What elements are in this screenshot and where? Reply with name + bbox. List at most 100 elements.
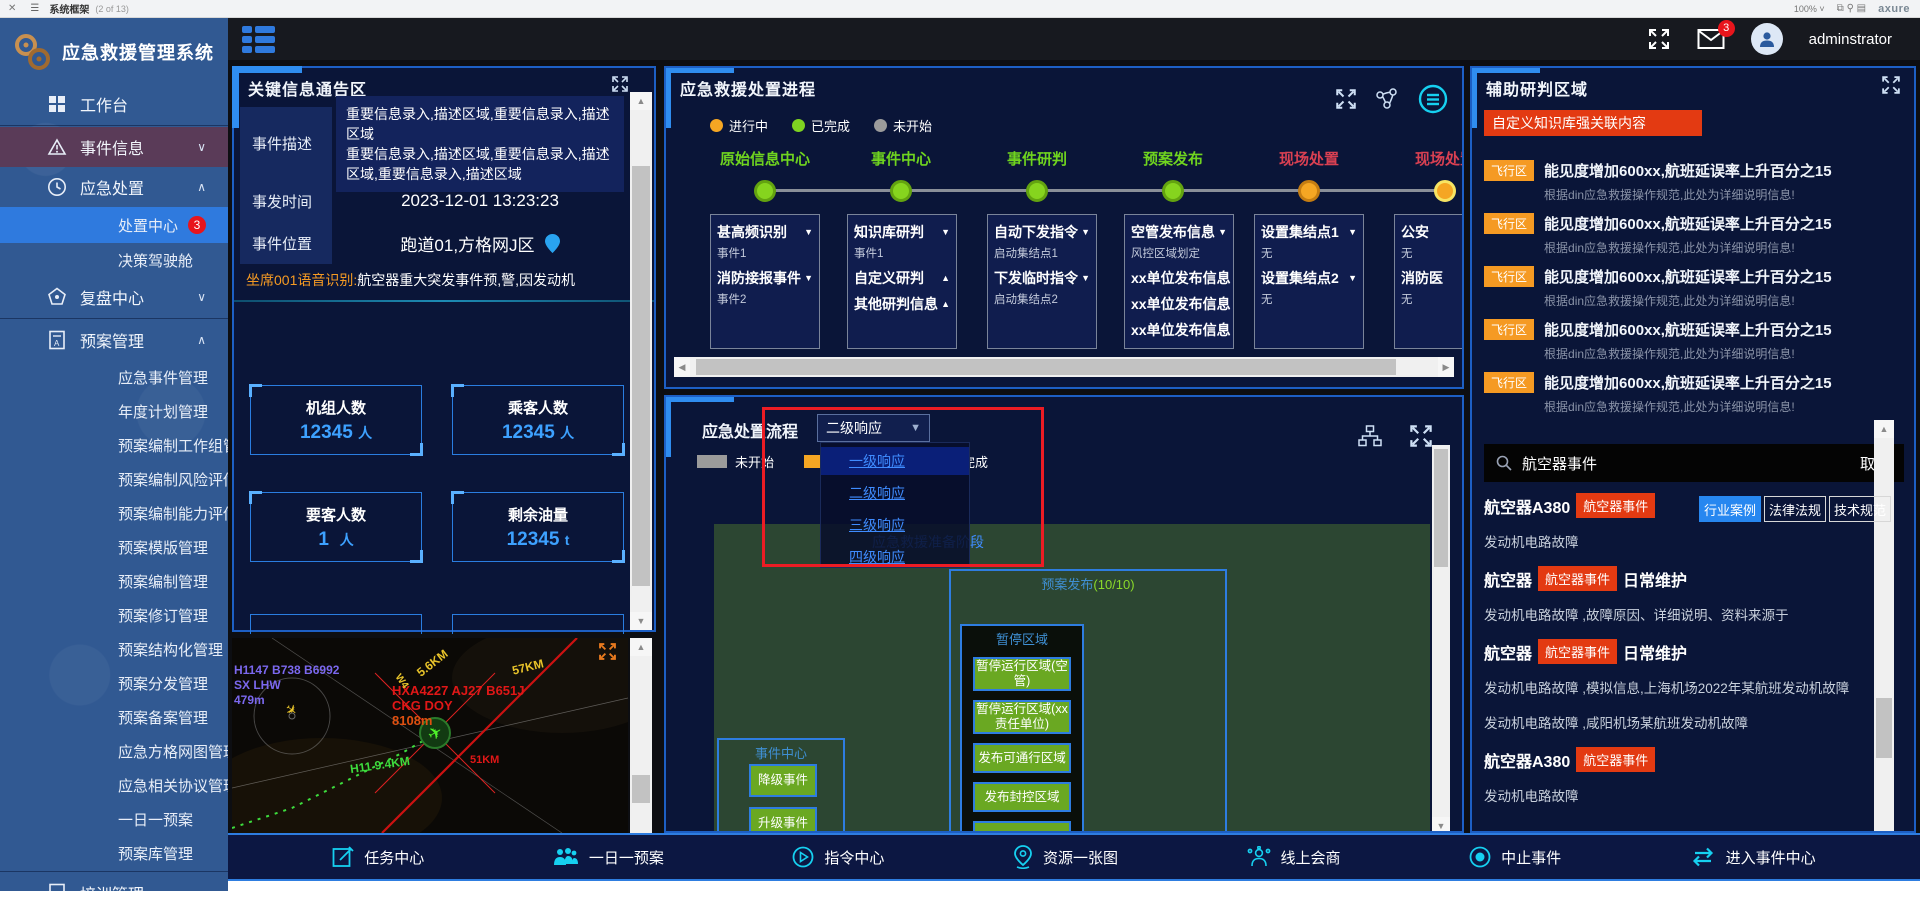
dropdown-row[interactable]: 事件2 <box>717 291 813 311</box>
scrollbar-thumb[interactable] <box>632 166 650 586</box>
menu-icon[interactable]: ☰ <box>30 3 39 14</box>
scroll-down-button[interactable]: ▼ <box>1432 817 1450 833</box>
dropdown-row[interactable]: 设置集结点1▼ <box>1261 219 1357 245</box>
pause-area-button-partial[interactable] <box>973 821 1071 833</box>
scrollbar-thumb[interactable] <box>632 775 650 803</box>
sidebar-subitem[interactable]: 应急事件管理 <box>0 360 228 394</box>
stage-dot[interactable] <box>754 180 776 202</box>
stage[interactable]: 现场处置 <box>1390 148 1464 202</box>
action-abort-event[interactable]: 中止事件 <box>1469 846 1561 868</box>
action-task-center[interactable]: 任务中心 <box>332 846 424 868</box>
sidebar-subitem[interactable]: 预案模版管理 <box>0 530 228 564</box>
sidebar-item-emergency[interactable]: 应急处置 ∧ <box>0 167 228 207</box>
pause-area-button[interactable]: 发布可通行区域 <box>973 743 1071 773</box>
sidebar-item-dispose-center[interactable]: 处置中心 3 <box>0 207 228 243</box>
search-bar[interactable]: 航空器事件 取消 <box>1484 444 1904 482</box>
stage[interactable]: 预案发布 <box>1118 148 1228 202</box>
pause-area-button[interactable]: 发布封控区域 <box>973 782 1071 812</box>
pause-area-button[interactable]: 暂停运行区域(xx责任单位) <box>973 700 1071 734</box>
area-tag[interactable]: 飞行区 <box>1484 266 1534 287</box>
area-tag[interactable]: 飞行区 <box>1484 213 1534 234</box>
sidebar-item-decision-cockpit[interactable]: 决策驾驶舱 <box>0 243 228 277</box>
sidebar-subitem[interactable]: 预案编制工作组管理 <box>0 428 228 462</box>
stage[interactable]: 原始信息中心 <box>710 148 820 202</box>
knowledge-item[interactable]: 飞行区 能见度增加600xx,航班延误率上升百分之15 根据din应急救援操作规… <box>1484 160 1896 203</box>
sidebar-subitem[interactable]: 预案分发管理 <box>0 666 228 700</box>
area-tag[interactable]: 飞行区 <box>1484 319 1534 340</box>
knowledge-item[interactable]: 飞行区 能见度增加600xx,航班延误率上升百分之15 根据din应急救援操作规… <box>1484 319 1896 362</box>
dropdown-row[interactable]: 消防接报事件▼ <box>717 265 813 291</box>
dropdown-row[interactable]: 启动集结点2 <box>994 291 1090 311</box>
sidebar-subitem[interactable]: 预案备案管理 <box>0 700 228 734</box>
pause-area-button[interactable]: 暂停运行区域(空管) <box>973 657 1071 691</box>
action-command-center[interactable]: 指令中心 <box>792 846 884 868</box>
expand-icon[interactable] <box>1882 76 1900 94</box>
sidebar-item-event-info[interactable]: 事件信息 ∨ <box>0 127 228 167</box>
stage-dot[interactable] <box>890 180 912 202</box>
dropdown-row[interactable]: xx单位发布信息▲ <box>1131 291 1227 317</box>
dropdown-row[interactable]: 无 <box>1401 291 1464 311</box>
list-circle-icon[interactable] <box>1418 84 1448 114</box>
stage-dot[interactable] <box>1298 180 1320 202</box>
search-result-item[interactable]: 航空器 航空器事件 日常维护 发动机电路故障 ,模拟信息,上海机场2022年某航… <box>1484 639 1870 697</box>
assist-scrollbar[interactable]: ▲ <box>1874 420 1894 831</box>
zoom-select[interactable]: 100% ˅ <box>1794 4 1825 14</box>
scroll-left-button[interactable]: ◀ <box>674 357 690 377</box>
hamburger-icon[interactable] <box>242 26 275 53</box>
sitemap-icon[interactable] <box>1358 425 1382 447</box>
scroll-up-button[interactable]: ▲ <box>630 92 652 110</box>
upgrade-event-button[interactable]: 升级事件 <box>749 807 817 833</box>
scrollbar-thumb[interactable] <box>1876 698 1892 758</box>
sidebar-subitem[interactable]: 预案库管理 <box>0 836 228 870</box>
scrollbar-thumb[interactable] <box>696 359 1396 375</box>
action-daily-plan[interactable]: 一日一预案 <box>553 847 664 868</box>
stage-dot[interactable] <box>1026 180 1048 202</box>
scroll-right-button[interactable]: ▶ <box>1438 357 1454 377</box>
dropdown-row[interactable]: xx单位发布信息▲ <box>1131 265 1227 291</box>
mail-icon[interactable]: 3 <box>1697 28 1725 50</box>
sidebar-subitem[interactable]: 预案编制能力评估 <box>0 496 228 530</box>
scroll-up-button[interactable]: ▲ <box>1874 420 1894 438</box>
dropdown-row[interactable]: 事件1 <box>854 245 950 265</box>
response-level-select[interactable]: 二级响应 ▼ <box>817 414 930 442</box>
expand-icon[interactable] <box>1336 89 1356 109</box>
dropdown-option[interactable]: 一级响应 <box>821 447 969 475</box>
result-tab[interactable]: 技术规范 <box>1829 496 1891 522</box>
sidebar-subitem[interactable]: 预案结构化管理 <box>0 632 228 666</box>
sidebar-item-review-center[interactable]: 复盘中心 ∨ <box>0 277 228 317</box>
browser-toolbar-icons[interactable]: ⧉ ⚲ ▤ <box>1837 3 1866 14</box>
area-tag[interactable]: 飞行区 <box>1484 372 1534 393</box>
action-online-consult[interactable]: 线上会商 <box>1247 846 1341 868</box>
notice-scrollbar[interactable]: ▲ ▼ <box>630 92 652 630</box>
stage[interactable]: 事件中心 <box>846 148 956 202</box>
dropdown-row[interactable]: 自定义研判▲ <box>854 265 950 291</box>
sidebar-subitem[interactable]: 预案编制管理 <box>0 564 228 598</box>
search-result-item[interactable]: 发动机电路故障 ,咸阳机场某航班发动机故障 <box>1484 712 1870 732</box>
dropdown-row[interactable]: 事件1 <box>717 245 813 265</box>
sidebar-subitem[interactable]: 年度计划管理 <box>0 394 228 428</box>
scroll-down-button[interactable]: ▼ <box>630 612 652 630</box>
sidebar-subitem[interactable]: 预案编制风险评估 <box>0 462 228 496</box>
dropdown-row[interactable]: xx单位发布信息▲ <box>1131 317 1227 343</box>
stage-dot[interactable] <box>1434 180 1456 202</box>
sidebar-subitem[interactable]: 应急相关协议管理 <box>0 768 228 802</box>
search-result-item[interactable]: 航空器 航空器事件 日常维护 发动机电路故障 ,故障原因、详细说明、资料来源于 <box>1484 566 1870 624</box>
dropdown-option[interactable]: 四级响应 <box>821 543 969 571</box>
expand-icon[interactable] <box>1410 425 1432 447</box>
result-tab[interactable]: 行业案例 <box>1699 496 1761 522</box>
area-tag[interactable]: 飞行区 <box>1484 160 1534 181</box>
dropdown-row[interactable]: 其他研判信息▲ <box>854 291 950 317</box>
map-scrollbar[interactable]: ▲ <box>630 638 652 833</box>
dropdown-row[interactable]: 启动集结点1 <box>994 245 1090 265</box>
sidebar-subitem[interactable]: 应急方格网图管理 <box>0 734 228 768</box>
knowledge-item[interactable]: 飞行区 能见度增加600xx,航班延误率上升百分之15 根据din应急救援操作规… <box>1484 213 1896 256</box>
dropdown-row[interactable]: 自动下发指令▼ <box>994 219 1090 245</box>
dropdown-option[interactable]: 二级响应 <box>821 479 969 507</box>
expand-icon[interactable] <box>612 76 628 92</box>
dropdown-row[interactable]: 空管发布信息▼ <box>1131 219 1227 245</box>
dropdown-row[interactable]: 无 <box>1261 245 1357 265</box>
sidebar-subitem[interactable]: 一日一预案 <box>0 802 228 836</box>
dropdown-row[interactable]: 无 <box>1261 291 1357 311</box>
knowledge-item[interactable]: 飞行区 能见度增加600xx,航班延误率上升百分之15 根据din应急救援操作规… <box>1484 266 1896 309</box>
dropdown-row[interactable]: 知识库研判▼ <box>854 219 950 245</box>
